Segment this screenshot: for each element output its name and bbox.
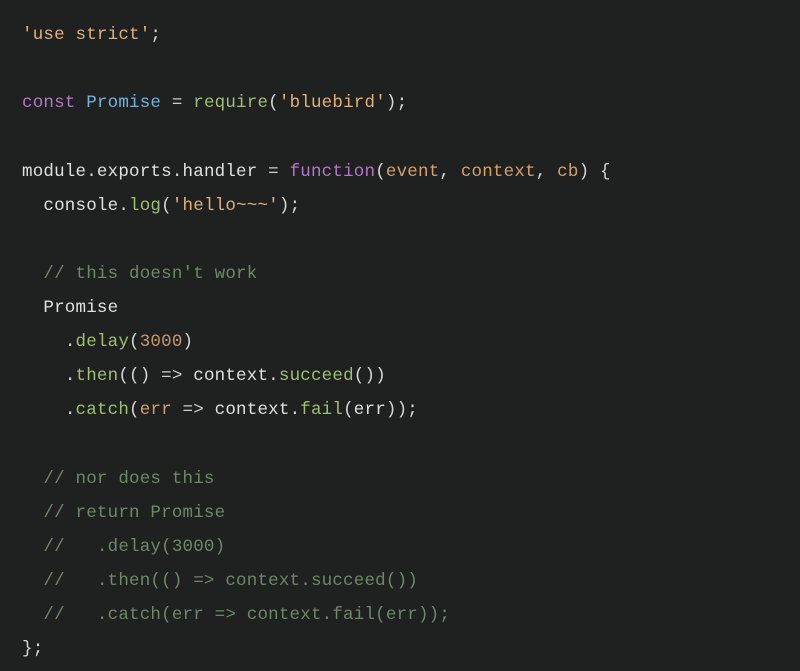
identifier-promise-use: Promise bbox=[43, 298, 118, 318]
fn-catch: catch bbox=[76, 400, 130, 420]
code-block: 'use strict'; const Promise = require('b… bbox=[0, 0, 800, 671]
comment-catch: // .catch(err => context.fail(err)); bbox=[43, 605, 450, 625]
param-cb: cb bbox=[557, 162, 578, 182]
arrow: => bbox=[150, 366, 193, 386]
param-context: context bbox=[461, 162, 536, 182]
fn-delay: delay bbox=[76, 332, 130, 352]
param-event: event bbox=[386, 162, 440, 182]
comment-return-promise: // return Promise bbox=[43, 503, 225, 523]
fn-succeed: succeed bbox=[279, 366, 354, 386]
var-context: context bbox=[193, 366, 268, 386]
param-err: err bbox=[140, 400, 172, 420]
var-module: module bbox=[22, 162, 86, 182]
string-literal: 'use strict' bbox=[22, 25, 150, 45]
var-console: console bbox=[43, 196, 118, 216]
comment-nor-does-this: // nor does this bbox=[43, 469, 214, 489]
comment-then: // .then(() => context.succeed()) bbox=[43, 571, 418, 591]
operator-assign: = bbox=[161, 93, 193, 113]
comment-delay: // .delay(3000) bbox=[43, 537, 225, 557]
keyword-const: const bbox=[22, 93, 76, 113]
fn-then: then bbox=[76, 366, 119, 386]
fn-fail: fail bbox=[300, 400, 343, 420]
prop-handler: handler bbox=[183, 162, 258, 182]
string-hello: 'hello~~~' bbox=[172, 196, 279, 216]
var-err: err bbox=[354, 400, 386, 420]
var-context: context bbox=[215, 400, 290, 420]
fn-log: log bbox=[129, 196, 161, 216]
arrow: => bbox=[172, 400, 215, 420]
keyword-function: function bbox=[290, 162, 376, 182]
identifier-promise: Promise bbox=[86, 93, 161, 113]
fn-require: require bbox=[193, 93, 268, 113]
string-bluebird: 'bluebird' bbox=[279, 93, 386, 113]
comment-doesnt-work: // this doesn't work bbox=[43, 264, 257, 284]
operator-assign: = bbox=[257, 162, 289, 182]
prop-exports: exports bbox=[97, 162, 172, 182]
number-3000: 3000 bbox=[140, 332, 183, 352]
